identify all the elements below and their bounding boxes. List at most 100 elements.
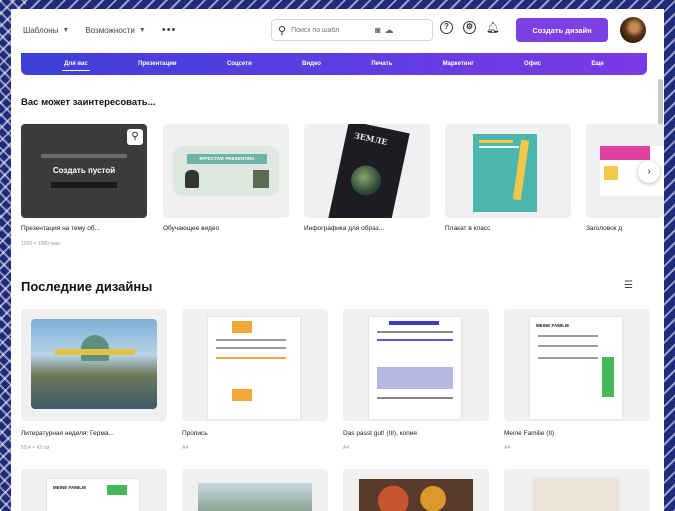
recommend-card-infographic[interactable]: ЗЕМЛЕ — [304, 124, 430, 218]
recent-design-size: A4 — [182, 445, 189, 451]
avatar[interactable] — [620, 17, 646, 43]
recommend-card-presentation[interactable]: Создать пустой ⚲ — [21, 124, 147, 218]
recommend-title: Вас может заинтересовать... — [21, 97, 156, 108]
infographic-title: ЗЕМЛЕ — [353, 130, 389, 147]
infographic-thumbnail: ЗЕМЛЕ — [328, 124, 410, 218]
recent-design-card[interactable] — [21, 309, 167, 421]
search-icon: ⚲ — [278, 24, 287, 37]
create-design-button[interactable]: Создать дизайн — [516, 18, 608, 42]
header-accent-square — [604, 166, 618, 180]
recent-design-card[interactable]: MEINE FAMILIE — [504, 309, 650, 421]
design-thumbnail-worksheet — [208, 317, 300, 419]
worksheet-line — [377, 331, 453, 333]
top-icon-group: ? ⚙ 🔔︎ — [440, 21, 500, 34]
design-thumbnail-photo — [31, 319, 157, 409]
category-video[interactable]: Видео — [302, 61, 321, 67]
worksheet-line — [377, 339, 453, 341]
recent-design-card[interactable] — [182, 309, 328, 421]
category-office[interactable]: Офис — [524, 61, 541, 67]
card-thumbnail-line — [51, 182, 117, 188]
carousel-next-button[interactable]: › — [638, 161, 660, 183]
worksheet-line — [216, 347, 286, 349]
notifications-bell-icon[interactable]: 🔔︎ — [486, 21, 500, 34]
design-thumbnail-worksheet — [369, 317, 461, 419]
recent-design-card[interactable]: MEINE FAMILIE — [21, 469, 167, 511]
recent-design-size: 59,4 × 42 см — [21, 445, 50, 451]
globe-icon — [348, 162, 384, 199]
photo-banner — [55, 349, 135, 355]
recommend-card-video[interactable]: EFFECTIVE PRESENTING — [163, 124, 289, 218]
top-bar: Шаблоны ▼ Возможности ▼ ••• ⚲ ◙ ☁ ? ⚙ 🔔︎… — [11, 9, 664, 51]
recommend-card-label: Презентация на тему об... — [21, 225, 100, 232]
worksheet-label-block — [232, 389, 252, 401]
recommend-card-label: Инфографика для образ... — [304, 225, 385, 232]
recent-design-label: Meine Familie (II) — [504, 430, 555, 437]
design-thumbnail-paper — [534, 479, 618, 511]
header-accent-block — [600, 146, 650, 160]
worksheet-line — [216, 357, 286, 359]
list-view-icon[interactable]: ☰ — [624, 280, 633, 291]
recent-design-card[interactable] — [504, 469, 650, 511]
design-thumbnail-landscape — [198, 483, 312, 511]
worksheet-green-figure — [602, 357, 614, 397]
search-input[interactable] — [291, 26, 372, 34]
menu-templates-label: Шаблоны — [23, 25, 59, 35]
worksheet-label-block — [232, 321, 252, 333]
recent-design-size: A4 — [504, 445, 511, 451]
category-presentations[interactable]: Презентации — [138, 61, 177, 67]
recommend-card-label: Обучающее видео — [163, 225, 220, 232]
recent-design-label: Das passt gut! (III), копия — [343, 430, 417, 437]
worksheet-green-figure — [107, 485, 127, 495]
recent-design-size: A4 — [343, 445, 350, 451]
recent-design-label: Пропись — [182, 430, 208, 437]
person-figure — [185, 170, 199, 188]
recent-design-card[interactable] — [343, 469, 489, 511]
camera-icon[interactable]: ◙ — [375, 25, 380, 35]
poster-text-line — [479, 146, 519, 148]
design-thumbnail-worksheet: MEINE FAMILIE — [47, 479, 139, 511]
worksheet-line — [538, 345, 598, 347]
main-menu: Шаблоны ▼ Возможности ▼ ••• — [23, 24, 176, 36]
recommend-card-label: Заголовок д — [586, 225, 623, 232]
more-options-button[interactable]: ••• — [162, 24, 177, 36]
worksheet-line — [216, 339, 286, 341]
worksheet-title: MEINE FAMILIE — [536, 323, 570, 328]
design-thumbnail-worksheet: MEINE FAMILIE — [530, 317, 622, 419]
worksheet-line — [538, 357, 598, 359]
recent-design-label: Литературная неделя: Герма... — [21, 430, 114, 437]
card-thumbnail-line — [41, 154, 127, 158]
design-thumbnail-fruits — [359, 479, 473, 511]
recent-design-card[interactable] — [182, 469, 328, 511]
category-for-you[interactable]: Для вас — [62, 61, 90, 71]
chevron-down-icon: ▼ — [138, 26, 146, 34]
recent-title: Последние дизайны — [21, 279, 153, 294]
dome-shape — [81, 335, 109, 361]
chevron-down-icon: ▼ — [62, 26, 70, 34]
category-bar: Для вас Презентации Соцсети Видео Печать… — [21, 53, 647, 75]
settings-gear-icon[interactable]: ⚙ — [463, 21, 476, 34]
recommend-card-size: 1920 × 1080 пикс — [21, 241, 61, 247]
help-icon[interactable]: ? — [440, 21, 453, 34]
plant-figure — [253, 170, 269, 188]
app-window: Шаблоны ▼ Возможности ▼ ••• ⚲ ◙ ☁ ? ⚙ 🔔︎… — [11, 9, 664, 511]
worksheet-line — [538, 335, 598, 337]
poster-thumbnail — [473, 134, 537, 212]
worksheet-title: MEINE FAMILIE — [53, 485, 87, 490]
recommend-card-poster[interactable] — [445, 124, 571, 218]
menu-templates[interactable]: Шаблоны ▼ — [23, 26, 69, 35]
create-blank-label: Создать пустой — [52, 166, 116, 175]
category-social[interactable]: Соцсети — [227, 61, 252, 67]
video-thumbnail-title: EFFECTIVE PRESENTING — [187, 154, 267, 164]
category-marketing[interactable]: Маркетинг — [443, 61, 474, 67]
menu-features[interactable]: Возможности ▼ — [85, 26, 146, 35]
upload-cloud-icon[interactable]: ☁ — [385, 25, 394, 36]
category-print[interactable]: Печать — [371, 61, 392, 67]
search-icon[interactable]: ⚲ — [127, 129, 143, 145]
search-box[interactable]: ⚲ ◙ ☁ — [271, 19, 433, 41]
category-more[interactable]: Еще — [591, 61, 603, 67]
worksheet-title-bar — [389, 321, 439, 325]
pencil-icon — [512, 139, 530, 201]
worksheet-line — [377, 397, 453, 399]
menu-features-label: Возможности — [85, 25, 135, 35]
recent-design-card[interactable] — [343, 309, 489, 421]
